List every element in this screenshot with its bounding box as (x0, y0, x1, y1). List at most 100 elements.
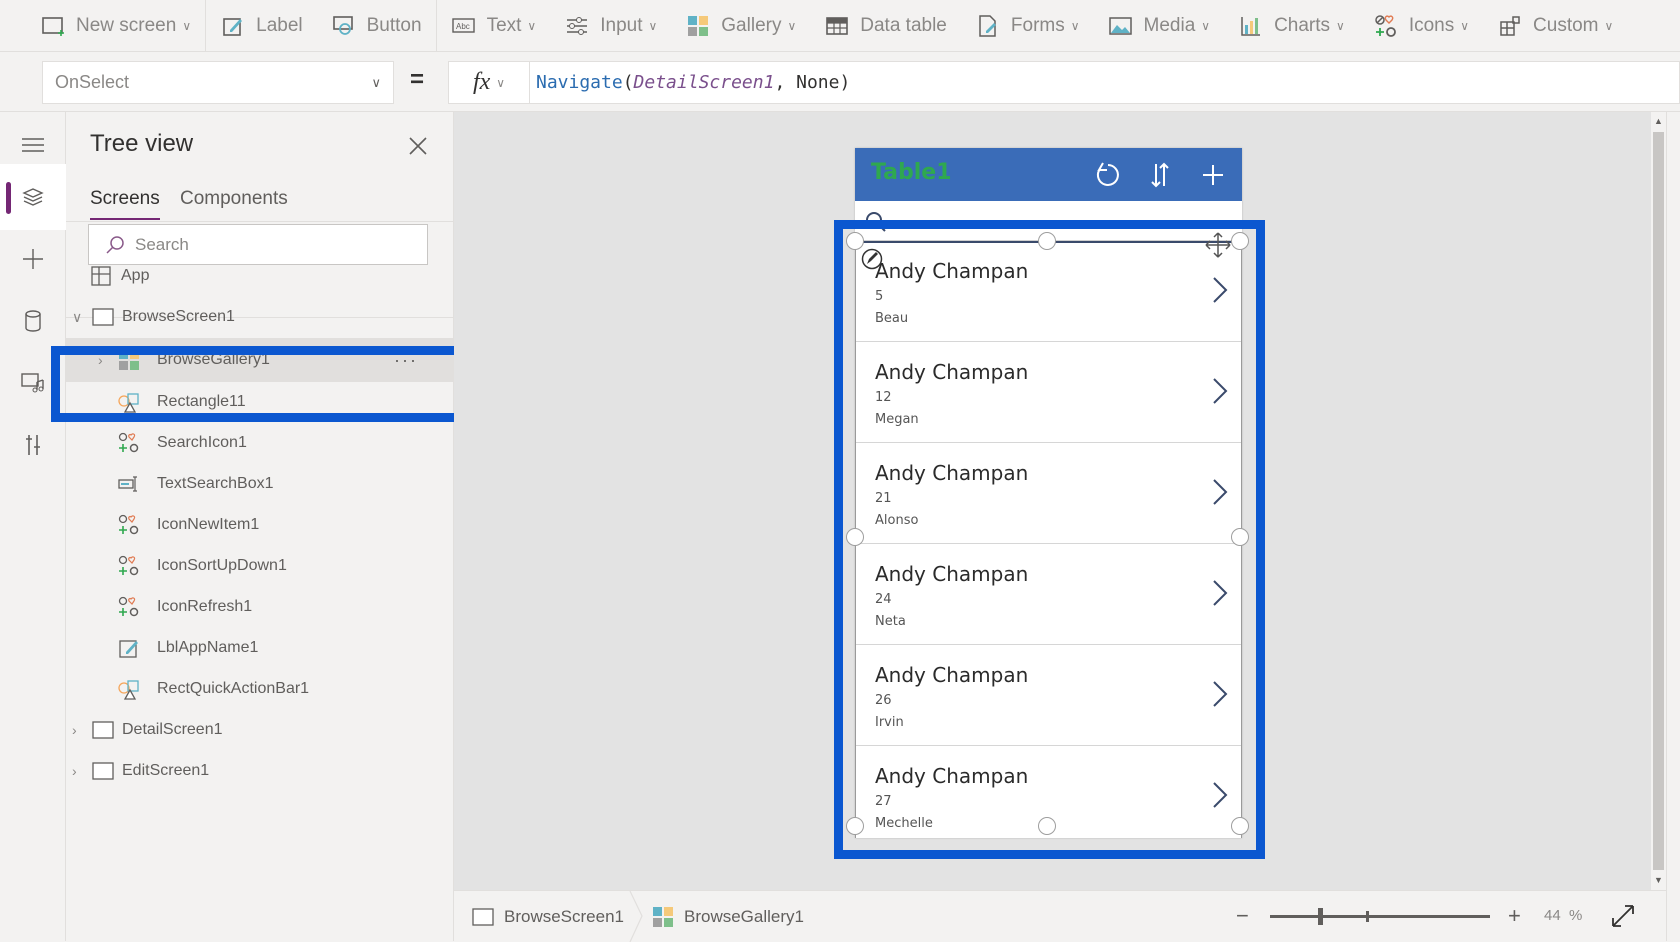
tree-node-searchicon1[interactable]: SearchIcon1 (66, 421, 454, 465)
gallery-icon (685, 15, 711, 37)
add-icon[interactable] (1198, 160, 1228, 190)
formula-input[interactable]: Navigate(DetailScreen1, None) (530, 61, 1680, 104)
ribbon-input[interactable]: Input ∨ (550, 0, 671, 52)
ribbon-text[interactable]: Abc Text ∨ (437, 0, 551, 52)
tree-node-browsescreen1[interactable]: ∨ BrowseScreen1 (66, 295, 454, 339)
breadcrumb-browsegallery1[interactable]: BrowseGallery1 (652, 891, 804, 942)
sort-up-down-icon[interactable] (1145, 160, 1175, 190)
property-dropdown[interactable]: OnSelect ∨ (42, 61, 394, 104)
ribbon-data-table[interactable]: Data table (810, 0, 961, 52)
ribbon-media[interactable]: Media ∨ (1094, 0, 1225, 52)
tree-node-detailscreen1[interactable]: › DetailScreen1 (66, 708, 454, 752)
tree-node-iconsortupdown1[interactable]: IconSortUpDown1 (66, 544, 454, 588)
canvas-vertical-scrollbar[interactable]: ▲ ▼ (1651, 112, 1666, 890)
gallery-item[interactable]: Andy Champan 26 Irvin (856, 645, 1241, 746)
media-button[interactable] (0, 350, 66, 416)
tree-node-label: App (121, 267, 150, 284)
tree-node-rectangle11[interactable]: Rectangle11 (66, 380, 454, 424)
text-icon: Abc (451, 15, 477, 37)
ribbon-icons-label: Icons (1408, 14, 1455, 36)
resize-handle[interactable] (1038, 817, 1056, 835)
chevron-down-icon: ∨ (1336, 18, 1345, 33)
chevron-down-icon: ∨ (496, 75, 506, 90)
zoom-slider-thumb[interactable] (1318, 908, 1324, 925)
tree-node-app[interactable]: App (66, 254, 454, 298)
tree-node-browsegallery1[interactable]: › BrowseGallery1 ··· (66, 338, 454, 382)
ribbon-new-screen-label: New screen (76, 14, 177, 36)
resize-handle[interactable] (1231, 232, 1249, 250)
chevron-right-icon[interactable]: › (72, 763, 77, 779)
tab-screens[interactable]: Screens (90, 188, 160, 220)
tree-node-label: BrowseScreen1 (122, 308, 235, 325)
breadcrumb-label: BrowseGallery1 (684, 906, 804, 926)
edit-template-icon[interactable] (861, 248, 883, 270)
ribbon-forms-label: Forms (1010, 14, 1065, 36)
refresh-icon[interactable] (1093, 160, 1123, 190)
search-icon (866, 212, 886, 232)
tree-node-label: SearchIcon1 (157, 434, 247, 451)
ribbon-label[interactable]: Label (206, 0, 317, 52)
zoom-slider[interactable] (1270, 908, 1490, 925)
scroll-up-icon[interactable]: ▲ (1654, 116, 1663, 126)
formula-open-paren: ( (622, 72, 634, 93)
close-icon[interactable] (404, 132, 432, 160)
chevron-down-icon: ∨ (527, 18, 537, 33)
gallery-item-body: Alonso (875, 513, 919, 528)
chevron-right-icon[interactable] (1211, 780, 1229, 810)
resize-handle[interactable] (1231, 817, 1249, 835)
chevron-right-icon[interactable] (1211, 477, 1229, 507)
tree-node-textsearchbox1[interactable]: TextSearchBox1 (66, 462, 454, 506)
fx-function-button[interactable]: fx ∨ (448, 61, 530, 104)
tree-view-button[interactable] (0, 164, 66, 230)
insert-button[interactable] (0, 226, 66, 292)
chevron-right-icon[interactable] (1211, 376, 1229, 406)
gallery-item[interactable]: Andy Champan 24 Neta (856, 544, 1241, 645)
ribbon-new-screen[interactable]: New screen ∨ (0, 0, 205, 52)
gallery-item[interactable]: Andy Champan 12 Megan (856, 342, 1241, 443)
ribbon-custom[interactable]: Custom ∨ (1483, 0, 1627, 52)
formula-function: Navigate (536, 72, 623, 93)
advanced-tools-button[interactable] (0, 412, 66, 478)
scroll-down-icon[interactable]: ▼ (1654, 875, 1663, 885)
resize-handle[interactable] (1231, 528, 1249, 546)
zoom-in-button[interactable]: + (1508, 903, 1521, 929)
resize-handle[interactable] (846, 817, 864, 835)
chevron-right-icon[interactable]: › (98, 352, 103, 368)
gallery-item[interactable]: Andy Champan 21 Alonso (856, 443, 1241, 544)
ribbon-gallery[interactable]: Gallery ∨ (671, 0, 810, 52)
chevron-right-icon[interactable]: › (72, 722, 77, 738)
tree-node-iconnewitem1[interactable]: IconNewItem1 (66, 503, 454, 547)
chevron-right-icon[interactable] (1211, 578, 1229, 608)
ribbon-charts[interactable]: Charts ∨ (1224, 0, 1359, 52)
text-input-icon (118, 473, 140, 495)
scrollbar-thumb[interactable] (1653, 132, 1664, 870)
new-screen-icon (40, 15, 66, 37)
tree-node-rectquickactionbar1[interactable]: RectQuickActionBar1 (66, 667, 454, 711)
gallery-item[interactable]: Andy Champan 5 Beau (856, 241, 1241, 342)
zoom-out-button[interactable]: − (1236, 903, 1249, 929)
browse-gallery[interactable]: Andy Champan 5 Beau Andy Champan 12 Megan Andy… (855, 241, 1242, 838)
chevron-down-icon: ∨ (371, 74, 381, 90)
tab-components[interactable]: Components (180, 188, 288, 218)
breadcrumb-browsescreen1[interactable]: BrowseScreen1 (472, 891, 624, 942)
ribbon-button[interactable]: Button (317, 0, 436, 52)
ribbon-gallery-label: Gallery (721, 14, 782, 36)
ribbon-icons[interactable]: Icons ∨ (1359, 0, 1483, 52)
chevron-right-icon[interactable] (1211, 679, 1229, 709)
tree-node-lblappname1[interactable]: LblAppName1 (66, 626, 454, 670)
layers-icon (22, 188, 44, 206)
tree-node-editscreen1[interactable]: › EditScreen1 (66, 749, 454, 793)
data-button[interactable] (0, 288, 66, 354)
fit-to-window-icon[interactable] (1610, 903, 1636, 929)
chevron-down-icon[interactable]: ∨ (72, 309, 82, 326)
more-options-icon[interactable]: ··· (394, 350, 418, 371)
custom-icon (1497, 15, 1523, 37)
tree-node-iconrefresh1[interactable]: IconRefresh1 (66, 585, 454, 629)
gallery-item-body: Irvin (875, 715, 904, 730)
tree-node-label: DetailScreen1 (122, 721, 223, 738)
resize-handle[interactable] (846, 528, 864, 546)
chevron-right-icon[interactable] (1211, 275, 1229, 305)
resize-handle[interactable] (1038, 232, 1056, 250)
ribbon-media-label: Media (1143, 14, 1196, 36)
ribbon-forms[interactable]: Forms ∨ (961, 0, 1094, 52)
